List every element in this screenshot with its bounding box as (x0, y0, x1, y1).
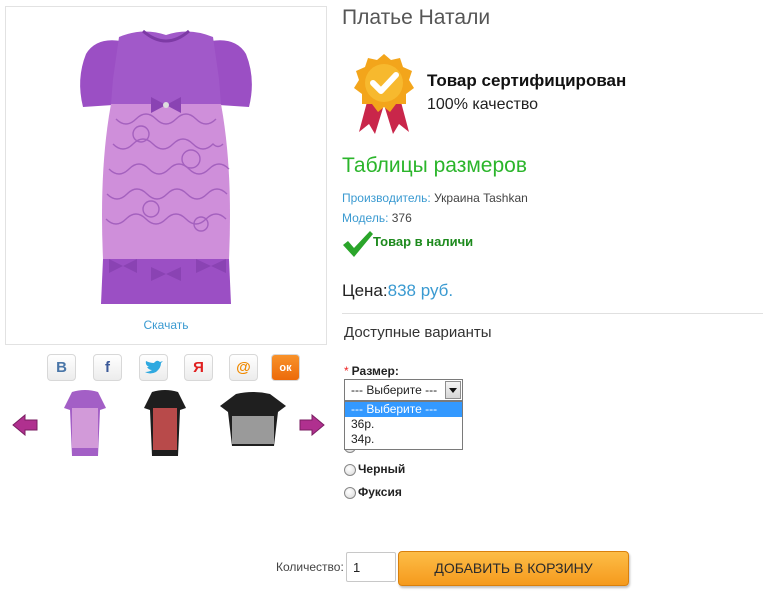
size-option-placeholder[interactable]: --- Выберите --- (345, 402, 462, 417)
size-label: * Размер: (344, 364, 399, 378)
size-dropdown-list[interactable]: --- Выберите --- 36р. 34р. (344, 401, 463, 450)
download-link[interactable]: Скачать (6, 318, 326, 332)
price-row: Цена:838 руб. (342, 281, 453, 301)
price-value: 838 руб. (387, 281, 454, 300)
facebook-share-button[interactable]: f (93, 354, 122, 381)
model-value: 376 (388, 211, 412, 225)
moikrug-share-button[interactable]: Я (184, 354, 213, 381)
facebook-icon: f (105, 359, 110, 376)
options-title: Доступные варианты (344, 324, 492, 341)
product-title: Платье Натали (342, 6, 491, 29)
in-stock-check-icon (343, 231, 373, 257)
model-row: Модель: 376 (342, 211, 412, 225)
size-option-36[interactable]: 36р. (345, 417, 462, 432)
color-option-black[interactable]: Черный (344, 462, 405, 476)
color-label-black: Черный (358, 462, 406, 476)
mailru-share-button[interactable]: @ (229, 354, 258, 381)
quantity-input[interactable]: 1 (346, 552, 396, 582)
color-option-fuchsia[interactable]: Фуксия (344, 485, 402, 499)
manufacturer-label[interactable]: Производитель: (342, 191, 431, 205)
manufacturer-value: Украина Tashkan (430, 191, 528, 205)
thumbnails-prev-arrow-icon[interactable] (12, 414, 38, 436)
vkontakte-share-button[interactable]: B (47, 354, 76, 381)
twitter-share-button[interactable] (139, 354, 168, 381)
color-radio-black[interactable] (344, 464, 356, 476)
model-label: Модель: (342, 211, 389, 225)
certificate-title: Товар сертифицирован (427, 71, 627, 90)
product-main-image[interactable]: Скачать (5, 6, 327, 345)
thumbnail-purple-dress[interactable] (60, 386, 110, 460)
color-label-fuchsia: Фуксия (358, 485, 402, 499)
add-to-cart-button[interactable]: ДОБАВИТЬ В КОРЗИНУ (398, 551, 629, 586)
chevron-down-icon[interactable] (445, 381, 461, 399)
size-table-link[interactable]: Таблицы размеров (342, 154, 527, 178)
manufacturer-row: Производитель: Украина Tashkan (342, 191, 528, 205)
size-select[interactable]: --- Выберите --- (344, 379, 463, 401)
certificate-subtitle: 100% качество (427, 96, 539, 113)
mailru-icon: @ (236, 359, 251, 376)
odnoklassniki-icon: ок (279, 361, 292, 374)
thumbnail-black-red-dress[interactable] (140, 386, 190, 460)
dress-image (80, 29, 252, 304)
stock-status: Товар в наличи (373, 234, 474, 249)
thumbnail-black-grey-dress[interactable] (216, 386, 290, 460)
thumbnails-next-arrow-icon[interactable] (299, 414, 325, 436)
quantity-label: Количество: (276, 560, 344, 574)
required-mark: * (344, 364, 349, 378)
twitter-bird-icon (144, 360, 163, 373)
color-radio-fuchsia[interactable] (344, 487, 356, 499)
price-label: Цена: (342, 281, 388, 300)
vkontakte-icon: B (56, 359, 67, 376)
odnoklassniki-share-button[interactable]: ок (271, 354, 300, 381)
size-option-34[interactable]: 34р. (345, 432, 462, 447)
certificate-badge-icon (354, 54, 414, 134)
size-select-value: --- Выберите --- (351, 383, 438, 397)
moikrug-icon: Я (193, 359, 204, 376)
options-divider (342, 313, 763, 314)
size-label-text: Размер: (351, 364, 399, 378)
